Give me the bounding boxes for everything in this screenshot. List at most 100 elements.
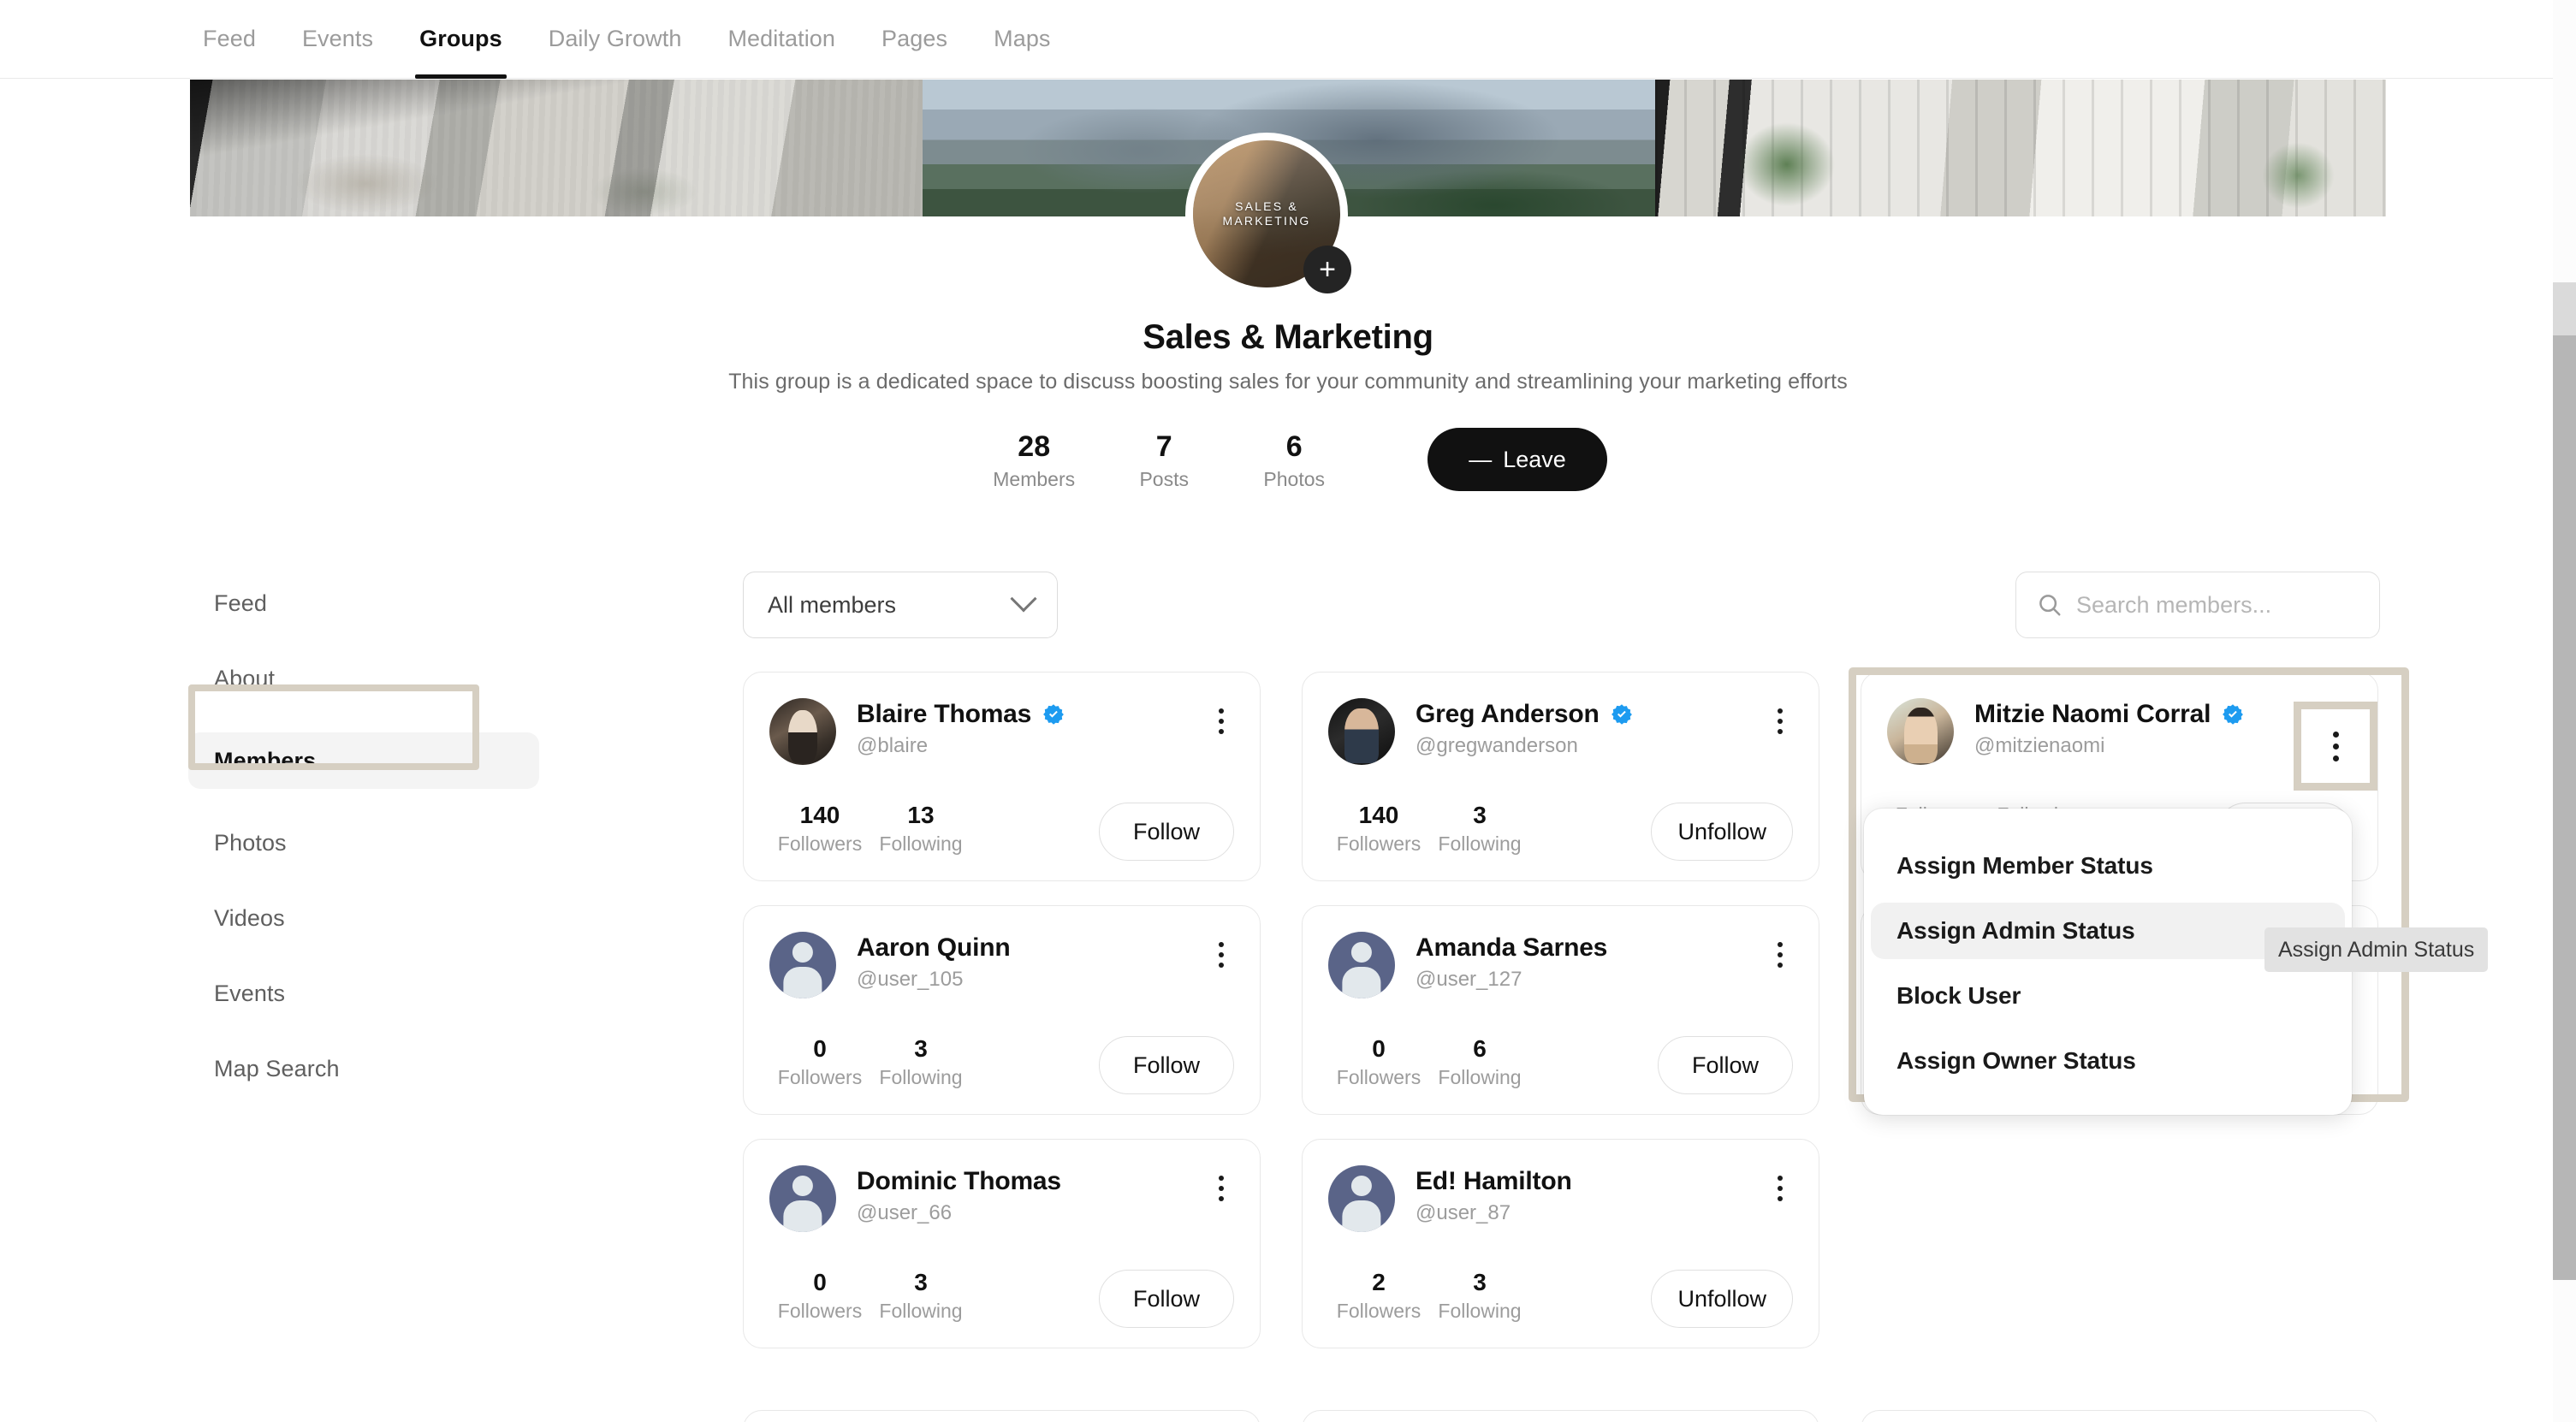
stat-posts-label: Posts — [1139, 467, 1189, 490]
member-name-line: Ed! Hamilton — [1416, 1167, 1572, 1196]
member-followers-count: 0 — [1372, 1035, 1386, 1062]
sidebar-item-map-search[interactable]: Map Search — [188, 1047, 539, 1090]
context-menu-item-assign-owner-status[interactable]: Assign Owner Status — [1864, 1033, 2352, 1089]
member-following-count: 3 — [1473, 802, 1487, 828]
follow-toggle-button[interactable]: Unfollow — [1651, 803, 1793, 861]
member-following: 3 Following — [1429, 1268, 1530, 1323]
nav-tab-groups[interactable]: Groups — [396, 0, 525, 79]
avatar[interactable] — [769, 932, 836, 998]
kebab-menu-button[interactable] — [1207, 935, 1236, 975]
member-name: Ed! Hamilton — [1416, 1167, 1572, 1195]
group-avatar-caption: SALES & MARKETING — [1222, 199, 1310, 228]
member-card-header: Greg Anderson @gregwanderson — [1328, 698, 1793, 765]
member-following: 3 Following — [1429, 801, 1530, 856]
stat-posts[interactable]: 7 Posts — [1099, 429, 1229, 491]
member-followers-label: Followers — [777, 1300, 863, 1322]
top-nav-tab-list: Feed Events Groups Daily Growth Meditation Pa… — [180, 0, 1074, 79]
sidebar-item-members[interactable]: Members — [188, 732, 539, 789]
nav-tab-daily-growth[interactable]: Daily Growth — [525, 0, 705, 79]
member-following: 6 Following — [1429, 1034, 1530, 1089]
vertical-scrollbar-thumb[interactable] — [2553, 335, 2576, 1280]
member-filter-value: All members — [768, 591, 897, 618]
member-followers: 140 Followers — [1328, 801, 1429, 856]
sidebar-item-about[interactable]: About — [188, 657, 539, 700]
stat-members[interactable]: 28 Members — [969, 429, 1099, 491]
member-card-header: Mitzie Naomi Corral @mitzienaomi — [1887, 698, 2352, 765]
member-followers-count: 0 — [813, 1035, 827, 1062]
context-menu-spacer — [1864, 894, 2352, 903]
avatar[interactable] — [1328, 932, 1395, 998]
sidebar-item-photos[interactable]: Photos — [188, 821, 539, 864]
verified-badge-icon — [2223, 704, 2244, 725]
follow-toggle-button[interactable]: Follow — [1658, 1036, 1793, 1094]
member-following-count: 3 — [914, 1035, 928, 1062]
context-menu-item-block-user[interactable]: Block User — [1864, 968, 2352, 1024]
member-following-count: 3 — [1473, 1269, 1487, 1295]
kebab-menu-button[interactable] — [1207, 702, 1236, 741]
vertical-scrollbar-track[interactable] — [2553, 0, 2576, 1422]
verified-badge-icon — [1611, 704, 1632, 725]
stat-members-label: Members — [993, 467, 1076, 490]
search-members-input[interactable]: Search members... — [2015, 572, 2380, 638]
member-card-partial[interactable] — [743, 1410, 1261, 1422]
member-card[interactable]: Ed! Hamilton @user_87 2 Followers 3 Following… — [1302, 1139, 1819, 1348]
sidebar-item-list: Feed About Members Photos Videos Events Map Se… — [188, 582, 539, 1090]
kebab-menu-button[interactable] — [1766, 1169, 1795, 1208]
nav-tab-maps[interactable]: Maps — [970, 0, 1073, 79]
follow-toggle-button[interactable]: Follow — [1099, 1036, 1234, 1094]
member-card-header: Ed! Hamilton @user_87 — [1328, 1165, 1793, 1232]
leave-group-label: Leave — [1503, 446, 1566, 472]
avatar[interactable] — [769, 698, 836, 765]
nav-tab-feed[interactable]: Feed — [180, 0, 279, 79]
member-card[interactable]: Aaron Quinn @user_105 0 Followers 3 Following… — [743, 905, 1261, 1115]
context-menu-item-assign-member-status[interactable]: Assign Member Status — [1864, 838, 2352, 894]
sidebar-item-events[interactable]: Events — [188, 972, 539, 1015]
avatar[interactable] — [1328, 1165, 1395, 1232]
member-card-header: Blaire Thomas @blaire — [769, 698, 1234, 765]
member-following-count: 13 — [907, 802, 935, 828]
follow-toggle-button[interactable]: Follow — [1099, 803, 1234, 861]
tooltip: Assign Admin Status — [2264, 927, 2489, 972]
kebab-menu-button[interactable] — [1207, 1169, 1236, 1208]
member-followers-label: Followers — [777, 832, 863, 855]
member-card-footer: 0 Followers 6 Following Follow — [1328, 1034, 1793, 1094]
member-card[interactable]: Amanda Sarnes @user_127 0 Followers 6 Followi… — [1302, 905, 1819, 1115]
minus-icon: — — [1469, 446, 1493, 472]
member-following-label: Following — [879, 1300, 963, 1322]
avatar[interactable] — [1887, 698, 1954, 765]
leave-group-button[interactable]: — Leave — [1427, 428, 1607, 491]
avatar[interactable] — [769, 1165, 836, 1232]
member-card[interactable]: Dominic Thomas @user_66 0 Followers 3 Followi… — [743, 1139, 1261, 1348]
kebab-menu-button[interactable] — [1766, 702, 1795, 741]
plus-icon[interactable]: + — [1303, 246, 1351, 293]
sidebar-item-feed[interactable]: Feed — [188, 582, 539, 625]
member-card-footer: 0 Followers 3 Following Follow — [769, 1268, 1234, 1328]
top-navigation: Feed Events Groups Daily Growth Meditation Pa… — [0, 0, 2576, 79]
nav-tab-events[interactable]: Events — [279, 0, 396, 79]
member-followers-count: 140 — [1358, 802, 1399, 828]
avatar[interactable] — [1328, 698, 1395, 765]
member-filter-select[interactable]: All members — [743, 572, 1058, 638]
stat-photos[interactable]: 6 Photos — [1229, 429, 1359, 491]
member-followers-count: 140 — [799, 802, 840, 828]
follow-toggle-button[interactable]: Unfollow — [1651, 1270, 1793, 1328]
member-card-partial[interactable] — [1302, 1410, 1819, 1422]
member-following-label: Following — [1438, 832, 1522, 855]
member-followers-label: Followers — [777, 1066, 863, 1088]
member-card[interactable]: Greg Anderson @gregwanderson 140 Followers 3… — [1302, 672, 1819, 881]
member-name: Dominic Thomas — [857, 1167, 1061, 1195]
member-handle: @gregwanderson — [1416, 734, 1578, 757]
follow-toggle-button[interactable]: Follow — [1099, 1270, 1234, 1328]
kebab-menu-button[interactable] — [1766, 935, 1795, 975]
member-handle: @user_87 — [1416, 1201, 1511, 1224]
kebab-menu-button-highlight[interactable] — [2294, 702, 2377, 791]
member-handle: @blaire — [857, 734, 929, 757]
member-name-line: Blaire Thomas — [857, 700, 1065, 729]
nav-tab-pages[interactable]: Pages — [858, 0, 970, 79]
member-card-partial[interactable] — [1861, 1410, 2378, 1422]
sidebar-item-videos[interactable]: Videos — [188, 897, 539, 939]
member-card[interactable]: Blaire Thomas @blaire 140 Followers 13 Follow… — [743, 672, 1261, 881]
member-followers: 140 Followers — [769, 801, 870, 856]
member-followers: 0 Followers — [1328, 1034, 1429, 1089]
nav-tab-meditation[interactable]: Meditation — [704, 0, 858, 79]
